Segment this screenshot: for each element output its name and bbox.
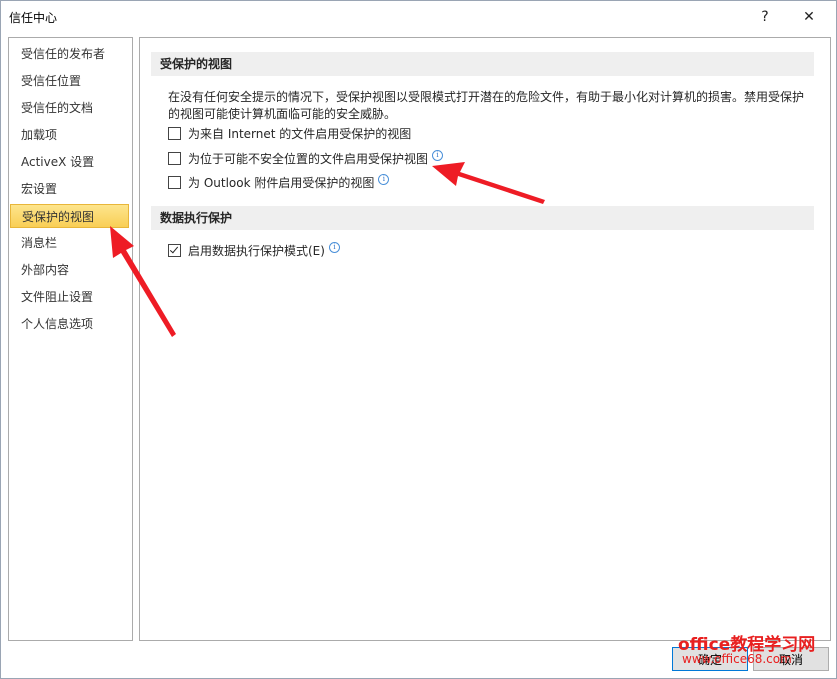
arrow-to-sidebar-icon [110,226,176,337]
arrow-to-option-icon [432,162,545,204]
annotation-arrows [110,162,545,337]
watermark: office教程学习网 www.office68.com [678,628,837,674]
watermark-url: www.office68.com [682,652,792,666]
